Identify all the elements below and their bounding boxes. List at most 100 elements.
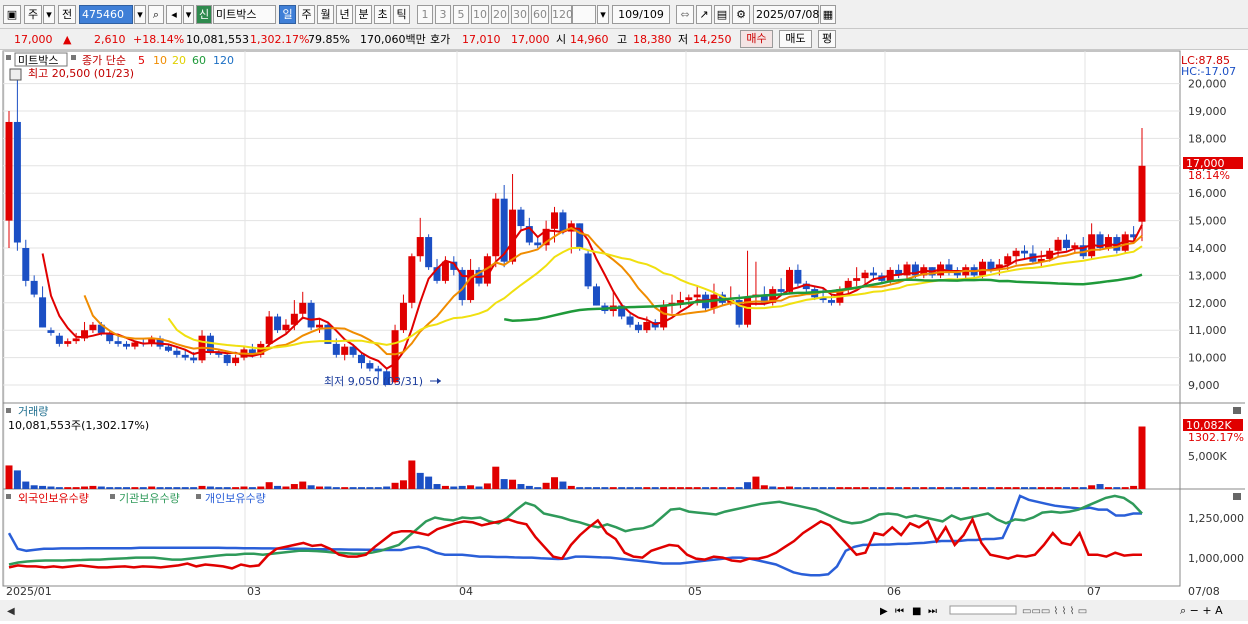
period-type-select[interactable]: 주 xyxy=(24,5,42,24)
stock-code-input[interactable]: 475460 xyxy=(79,5,133,24)
speaker-icon[interactable]: ◂ xyxy=(166,5,182,24)
chevron-down-icon[interactable]: ▾ xyxy=(597,5,609,24)
y-axis: 20,00019,00018,00017,00016,00015,00014,0… xyxy=(1188,78,1227,392)
period-button-6[interactable]: 틱 xyxy=(393,5,410,24)
new-stock-badge[interactable]: 신 xyxy=(196,5,212,24)
close-icon[interactable] xyxy=(1233,493,1241,500)
blank-select[interactable] xyxy=(572,5,596,24)
close-icon[interactable] xyxy=(1233,407,1241,414)
candle-body xyxy=(559,212,567,232)
period-button-4[interactable]: 분 xyxy=(355,5,372,24)
fit-icon[interactable]: ⇔ xyxy=(676,5,694,24)
volume-bar xyxy=(223,487,231,489)
chevron-down-icon[interactable]: ▾ xyxy=(183,5,194,24)
legend-ma-label: 종가 단순 xyxy=(82,54,126,67)
legend-ma-60: 60 xyxy=(192,54,206,67)
volume-bar xyxy=(937,487,945,489)
minute-button-120[interactable]: 120 xyxy=(551,5,573,24)
period-button-3[interactable]: 년 xyxy=(336,5,353,24)
volume-bar xyxy=(316,486,324,489)
volume-bar xyxy=(1071,487,1079,489)
minute-button-30[interactable]: 30 xyxy=(511,5,529,24)
search-icon[interactable]: ⌕ xyxy=(148,5,164,24)
rewind-icon[interactable]: ⏮ xyxy=(895,606,904,617)
save-icon[interactable]: ▤ xyxy=(714,5,730,24)
buy-button[interactable]: 매수 xyxy=(740,30,773,48)
period-button-2[interactable]: 월 xyxy=(317,5,334,24)
stock-name-field[interactable]: 미트박스 xyxy=(213,5,276,24)
volume-bar xyxy=(475,486,483,489)
minute-button-3[interactable]: 3 xyxy=(435,5,451,24)
minute-button-10[interactable]: 10 xyxy=(471,5,489,24)
scroll-left-icon[interactable]: ◀ xyxy=(7,606,15,617)
date-field[interactable]: 2025/07/08 xyxy=(753,5,819,24)
candle-body xyxy=(1012,250,1020,257)
candle-body xyxy=(22,248,30,281)
volume-bar xyxy=(148,486,156,489)
volume-bar xyxy=(198,485,206,489)
volume-bar xyxy=(282,486,290,489)
chart-area[interactable]: 20,00019,00018,00017,00016,00015,00014,0… xyxy=(0,50,1248,621)
legend-square-icon xyxy=(6,408,11,413)
volume-bar xyxy=(1062,487,1070,489)
volume-bar xyxy=(811,487,819,489)
gear-icon[interactable]: ⚙ xyxy=(732,5,750,24)
chevron-down-icon[interactable]: ▾ xyxy=(43,5,55,24)
scroll-right-icon[interactable]: ▶ xyxy=(880,606,888,617)
volume-bar xyxy=(1029,487,1037,489)
tool-icons[interactable]: ▭▭▭ ⌇ ⌇ ⌇ ▭ xyxy=(1022,606,1087,617)
price-y-tick: 19,000 xyxy=(1188,105,1227,118)
prev-button[interactable]: 전 xyxy=(58,5,76,24)
candle-body xyxy=(357,354,365,364)
period-button-5[interactable]: 초 xyxy=(374,5,391,24)
page-counter-text: 109/109 xyxy=(618,8,664,21)
chevron-down-icon[interactable]: ▾ xyxy=(134,5,146,24)
calendar-icon[interactable]: ▦ xyxy=(820,5,836,24)
average-button[interactable]: 평 xyxy=(818,30,836,48)
candle-body xyxy=(827,300,835,303)
candle-body xyxy=(853,278,861,281)
stock-chart-svg[interactable]: 20,00019,00018,00017,00016,00015,00014,0… xyxy=(0,50,1248,621)
candle-body xyxy=(441,261,449,281)
minute-button-5[interactable]: 5 xyxy=(453,5,469,24)
volume-bar xyxy=(685,487,693,489)
high-price: 18,380 xyxy=(633,33,672,46)
volume-bar xyxy=(22,481,30,489)
forward-icon[interactable]: ⏭ xyxy=(928,606,937,617)
volume-bar xyxy=(122,487,130,489)
zoom-slider[interactable] xyxy=(949,605,1017,615)
volume-bar xyxy=(802,487,810,489)
volume-value: 10,081,553 xyxy=(186,33,249,46)
buy-label: 매수 xyxy=(746,32,767,45)
x-tick-label: 05 xyxy=(688,585,702,598)
bid-price-1: 17,010 xyxy=(462,33,501,46)
low-note: 최저 9,050 (03/31) xyxy=(324,375,423,388)
candle-body xyxy=(551,212,559,229)
volume-bar xyxy=(1037,487,1045,489)
minute-button-60[interactable]: 60 xyxy=(531,5,549,24)
quote-bar: 17,000 ▲ 2,610 +18.14% 10,081,553 1,302.… xyxy=(0,29,1248,50)
window-menu-icon[interactable]: ▣ xyxy=(3,5,21,24)
minute-button-1[interactable]: 1 xyxy=(417,5,433,24)
volume-bar xyxy=(509,479,517,489)
candle-body xyxy=(861,272,869,279)
price-y-tick: 16,000 xyxy=(1188,187,1227,200)
up-arrow-icon: ▲ xyxy=(63,33,72,46)
period-button-1[interactable]: 주 xyxy=(298,5,315,24)
zoom-icons[interactable]: ⌕ − + A xyxy=(1180,604,1223,617)
candle-body xyxy=(1138,165,1146,222)
volume-bar xyxy=(1104,487,1112,489)
minute-button-20[interactable]: 20 xyxy=(491,5,509,24)
draw-tool-icon[interactable]: ↗ xyxy=(696,5,712,24)
volume-bar xyxy=(265,482,273,489)
open-label: 시 xyxy=(556,33,567,46)
stop-icon[interactable]: ■ xyxy=(912,606,921,617)
period-button-0[interactable]: 일 xyxy=(279,5,296,24)
price-y-tick: 9,000 xyxy=(1188,379,1220,392)
calendar-icon[interactable] xyxy=(9,68,22,81)
sell-button[interactable]: 매도 xyxy=(779,30,812,48)
volume-bar xyxy=(911,487,919,489)
volume-bar xyxy=(39,485,47,489)
volume-bar xyxy=(131,487,139,489)
candle-body xyxy=(13,121,21,243)
